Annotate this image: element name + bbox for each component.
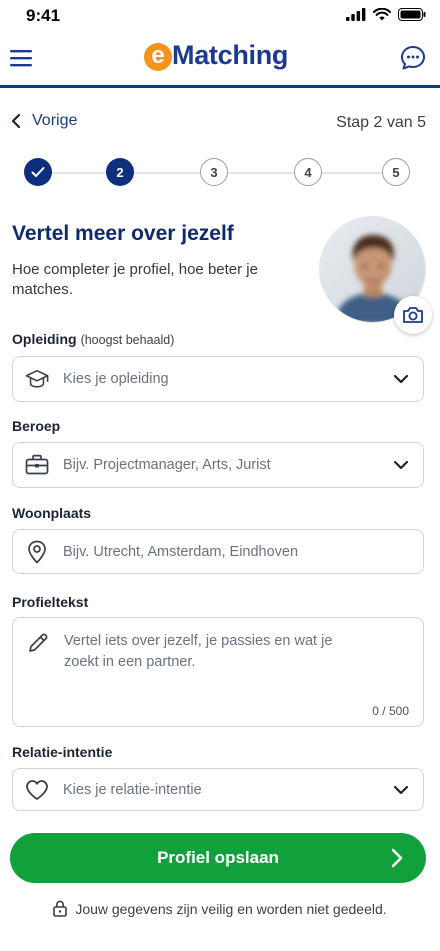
app-header: e Matching [0,34,440,88]
step-4: 4 [294,158,322,186]
intention-label: Relatie-intentie [12,744,113,760]
chevron-left-icon [11,113,21,129]
camera-icon [403,307,423,323]
lock-icon [53,900,68,917]
step-5: 5 [382,158,410,186]
menu-button[interactable] [8,44,36,72]
save-profile-button[interactable]: Profiel opslaan [10,833,426,883]
intention-select[interactable]: Kies je relatie-intentie [12,768,424,811]
status-icons [346,8,426,21]
heart-icon [25,778,49,802]
page-title: Vertel meer over jezelf [12,222,234,245]
character-counter: 0 / 500 [372,704,409,718]
profile-text-placeholder: Vertel iets over jezelf, je passies en w… [64,633,333,670]
brand-logo-mark: e [144,42,172,71]
profile-text-textarea[interactable]: Vertel iets over jezelf, je passies en w… [12,617,424,727]
education-select[interactable]: Kies je opleiding [12,356,424,402]
save-profile-label: Profiel opslaan [157,848,279,867]
step-counter: Stap 2 van 5 [336,114,426,131]
status-time: 9:41 [26,6,61,25]
residence-label: Woonplaats [12,505,92,521]
step-2-current: 2 [106,158,134,186]
page-subtitle: Hoe completer je profiel, hoe beter je m… [12,261,258,298]
back-button[interactable]: Vorige [10,112,77,130]
brand-name: Matching [172,40,289,70]
education-label-text: Opleiding [12,331,77,347]
chevron-right-icon [391,848,403,868]
profession-label: Beroep [12,418,61,434]
battery-icon [398,8,426,21]
pencil-icon [27,632,49,659]
education-label: Opleiding (hoogst behaald) [12,331,174,347]
briefcase-icon [25,453,49,477]
location-pin-icon [25,540,49,564]
profession-placeholder: Bijv. Projectmanager, Arts, Jurist [63,457,271,473]
graduation-cap-icon [25,367,49,391]
chat-bubble-icon [401,46,425,70]
checkmark-icon [31,167,45,177]
chat-button[interactable] [400,45,426,71]
status-bar: 9:41 [0,0,440,34]
cellular-signal-icon [346,8,366,21]
hamburger-menu-icon [10,50,32,67]
privacy-note: Jouw gegevens zijn veilig en worden niet… [0,900,440,917]
progress-stepper: 2 3 4 5 [24,158,412,188]
profile-text-label: Profieltekst [12,594,89,610]
chevron-down-icon [393,785,409,794]
back-label: Vorige [32,112,78,129]
chevron-down-icon [393,460,409,470]
step-1-completed [24,158,52,186]
change-photo-button[interactable] [394,296,432,334]
privacy-note-text: Jouw gegevens zijn veilig en worden niet… [75,900,387,917]
step-3: 3 [200,158,228,186]
residence-input[interactable]: Bijv. Utrecht, Amsterdam, Eindhoven [12,529,424,574]
education-placeholder: Kies je opleiding [63,371,169,387]
wifi-icon [373,8,391,21]
intention-placeholder: Kies je relatie-intentie [63,781,202,798]
chevron-down-icon [393,374,409,384]
residence-placeholder: Bijv. Utrecht, Amsterdam, Eindhoven [63,543,299,560]
education-hint: (hoogst behaald) [80,333,175,347]
brand-logo: e Matching [144,40,288,71]
profession-select[interactable]: Bijv. Projectmanager, Arts, Jurist [12,442,424,488]
